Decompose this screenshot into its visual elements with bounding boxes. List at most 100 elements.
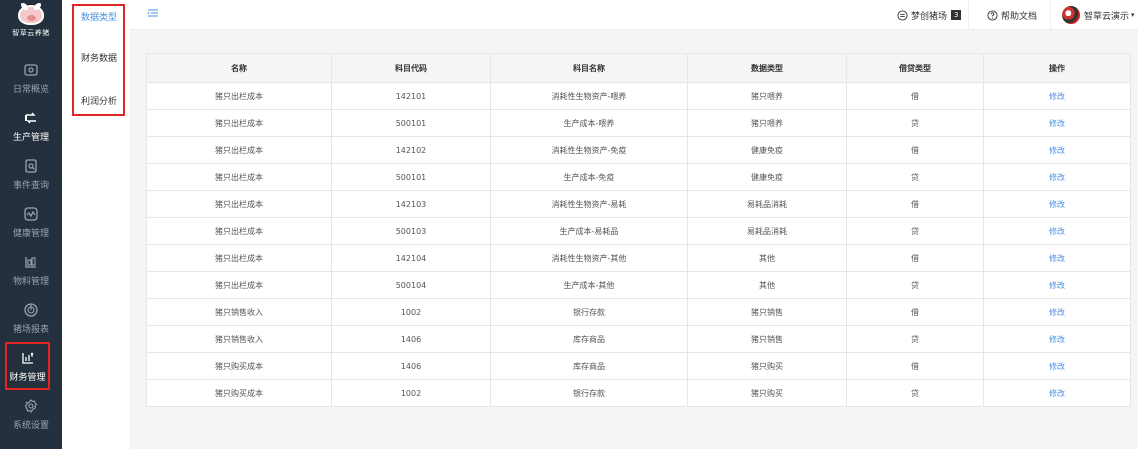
- edit-link[interactable]: 修改: [983, 109, 1131, 137]
- cell-debit-credit: 借: [846, 82, 984, 110]
- cell-subject: 库存商品: [490, 325, 688, 353]
- edit-link[interactable]: 修改: [983, 271, 1131, 299]
- table-row: 猪只出栏成本 142103 消耗性生物资产-易耗 易耗品消耗借修改: [146, 190, 1131, 218]
- help-docs-link[interactable]: 帮助文档: [987, 0, 1037, 30]
- farm-icon: [897, 9, 908, 21]
- cell-code: 142102: [331, 136, 491, 164]
- cell-debit-credit: 借: [846, 244, 984, 272]
- cell-debit-credit: 贷: [846, 163, 984, 191]
- dashboard-icon: [24, 63, 38, 76]
- cell-name: 猪只出栏成本: [146, 217, 332, 245]
- edit-link[interactable]: 修改: [983, 217, 1131, 245]
- pig-logo-icon: [18, 3, 44, 25]
- sidebar-item-production[interactable]: 生产管理: [0, 102, 62, 150]
- cell-debit-credit: 借: [846, 136, 984, 164]
- edit-link[interactable]: 修改: [983, 190, 1131, 218]
- cell-debit-credit: 贷: [846, 325, 984, 353]
- cell-data-type: 其他: [687, 271, 847, 299]
- cell-data-type: 易耗品消耗: [687, 190, 847, 218]
- cell-name: 猪只出栏成本: [146, 136, 332, 164]
- cell-data-type: 健康免疫: [687, 136, 847, 164]
- edit-link[interactable]: 修改: [983, 298, 1131, 326]
- table-row: 猪只销售收入 1002 银行存款 猪只销售借修改: [146, 298, 1131, 326]
- table-row: 猪只出栏成本 142102 消耗性生物资产-免疫 健康免疫借修改: [146, 136, 1131, 164]
- edit-link[interactable]: 修改: [983, 244, 1131, 272]
- cell-subject: 生产成本-其他: [490, 271, 688, 299]
- edit-link[interactable]: 修改: [983, 82, 1131, 110]
- farm-name: 梦创猪场: [911, 11, 948, 22]
- menu-toggle-icon[interactable]: [148, 9, 158, 17]
- cell-code: 500103: [331, 217, 491, 245]
- table-header-row: 名称 科目代码 科目名称 数据类型 借贷类型 操作: [146, 53, 1131, 83]
- cell-name: 猪只出栏成本: [146, 190, 332, 218]
- help-docs-label: 帮助文档: [1001, 11, 1038, 22]
- farm-switcher[interactable]: 梦创猪场 3: [897, 0, 962, 30]
- sidebar-item-label: 事件查询: [12, 180, 49, 191]
- cell-code: 142101: [331, 82, 491, 110]
- farm-count-badge: 3: [951, 10, 962, 20]
- cell-debit-credit: 借: [846, 190, 984, 218]
- cell-code: 500104: [331, 271, 491, 299]
- cell-name: 猪只出栏成本: [146, 82, 332, 110]
- table-row: 猪只出栏成本 500104 生产成本-其他 其他贷修改: [146, 271, 1131, 299]
- cell-name: 猪只销售收入: [146, 298, 332, 326]
- cell-subject: 消耗性生物资产-免疫: [490, 136, 688, 164]
- topbar-divider: [1050, 0, 1051, 30]
- cell-name: 猪只购买成本: [146, 352, 332, 380]
- cell-debit-credit: 借: [846, 298, 984, 326]
- cell-debit-credit: 贷: [846, 379, 984, 407]
- submenu-highlight-box: [72, 4, 125, 116]
- cell-subject: 生产成本-免疫: [490, 163, 688, 191]
- sidebar-item-finance[interactable]: 财务管理: [5, 342, 50, 390]
- sidebar-item-overview[interactable]: 日常概览: [0, 54, 62, 102]
- cell-name: 猪只出栏成本: [146, 163, 332, 191]
- sidebar-item-material[interactable]: 物料管理: [0, 246, 62, 294]
- data-type-table: 名称 科目代码 科目名称 数据类型 借贷类型 操作 猪只出栏成本 142101 消耗…: [146, 53, 1131, 407]
- column-header-name: 名称: [146, 53, 332, 83]
- sidebar-item-settings[interactable]: 系统设置: [0, 390, 62, 438]
- cell-data-type: 猪只销售: [687, 298, 847, 326]
- cell-name: 猪只购买成本: [146, 379, 332, 407]
- table-row: 猪只出栏成本 500103 生产成本-易耗品 易耗品消耗贷修改: [146, 217, 1131, 245]
- sidebar-item-report[interactable]: 猪场报表: [0, 294, 62, 342]
- sidebar-item-label: 物料管理: [12, 276, 49, 287]
- cell-subject: 银行存款: [490, 379, 688, 407]
- table-row: 猪只销售收入 1406 库存商品 猪只销售贷修改: [146, 325, 1131, 353]
- gear-icon: [24, 398, 38, 413]
- report-icon: [24, 302, 38, 317]
- cell-code: 1002: [331, 298, 491, 326]
- cell-debit-credit: 贷: [846, 271, 984, 299]
- health-icon: [24, 206, 38, 221]
- cell-code: 500101: [331, 109, 491, 137]
- cell-debit-credit: 贷: [846, 109, 984, 137]
- cell-subject: 消耗性生物资产-其他: [490, 244, 688, 272]
- cell-data-type: 其他: [687, 244, 847, 272]
- edit-link[interactable]: 修改: [983, 352, 1131, 380]
- cell-code: 142104: [331, 244, 491, 272]
- production-icon: [25, 112, 36, 123]
- cell-data-type: 猪只喂养: [687, 109, 847, 137]
- edit-link[interactable]: 修改: [983, 379, 1131, 407]
- material-icon: [25, 256, 36, 268]
- app-logo[interactable]: 智草云养猪: [0, 0, 62, 44]
- help-icon: [987, 9, 998, 21]
- table-row: 猪只出栏成本 142104 消耗性生物资产-其他 其他借修改: [146, 244, 1131, 272]
- cell-subject: 生产成本-喂养: [490, 109, 688, 137]
- column-header-data-type: 数据类型: [687, 53, 847, 83]
- sidebar-item-label: 猪场报表: [12, 324, 49, 335]
- cell-subject: 库存商品: [490, 352, 688, 380]
- table-body: 猪只出栏成本 142101 消耗性生物资产-喂养 猪只喂养借修改 猪只出栏成本 50010…: [146, 82, 1131, 407]
- cell-data-type: 猪只购买: [687, 352, 847, 380]
- main-sidebar: 智草云养猪 日常概览 生产管理 事件查询 健康管理 物料管理 猪场报表 财务管理…: [0, 0, 62, 449]
- sidebar-item-label: 生产管理: [12, 132, 49, 143]
- edit-link[interactable]: 修改: [983, 163, 1131, 191]
- cell-name: 猪只出栏成本: [146, 109, 332, 137]
- edit-link[interactable]: 修改: [983, 136, 1131, 164]
- user-menu[interactable]: 智草云演示 ▾: [1062, 0, 1135, 30]
- cell-name: 猪只销售收入: [146, 325, 332, 353]
- sidebar-item-health[interactable]: 健康管理: [0, 198, 62, 246]
- cell-code: 500101: [331, 163, 491, 191]
- sidebar-item-event-query[interactable]: 事件查询: [0, 150, 62, 198]
- cell-data-type: 猪只销售: [687, 325, 847, 353]
- edit-link[interactable]: 修改: [983, 325, 1131, 353]
